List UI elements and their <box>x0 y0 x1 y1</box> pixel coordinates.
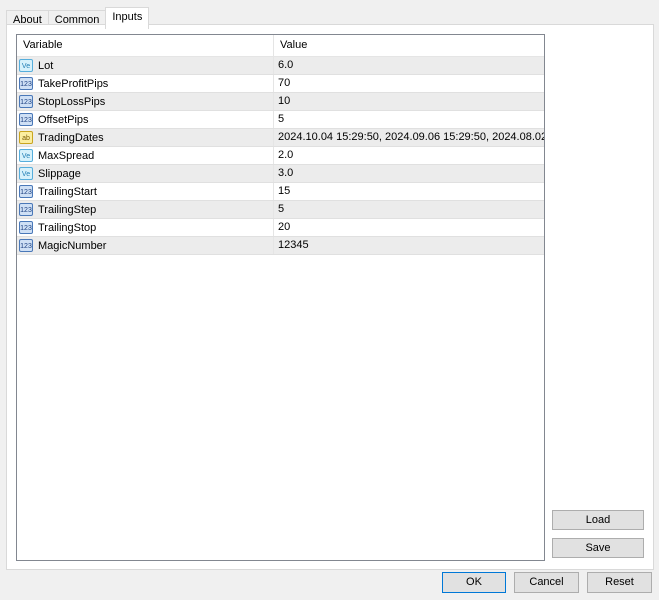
value-cell[interactable]: 20 <box>274 219 544 236</box>
int-type-icon: 123 <box>19 77 33 90</box>
double-type-icon: Ve <box>19 167 33 180</box>
ok-button[interactable]: OK <box>442 572 506 593</box>
table-row[interactable]: 123 StopLossPips 10 <box>17 93 544 111</box>
value-cell[interactable]: 5 <box>274 201 544 218</box>
table-row[interactable]: 123 TrailingStep 5 <box>17 201 544 219</box>
variable-name: MaxSpread <box>38 149 95 162</box>
value-cell[interactable]: 12345 <box>274 237 544 254</box>
value-cell[interactable]: 2.0 <box>274 147 544 164</box>
variable-cell: 123 MagicNumber <box>17 237 274 254</box>
table-row[interactable]: 123 TrailingStart 15 <box>17 183 544 201</box>
value-cell[interactable]: 3.0 <box>274 165 544 182</box>
variable-cell: Ve Slippage <box>17 165 274 182</box>
reset-button[interactable]: Reset <box>587 572 652 593</box>
variable-name: StopLossPips <box>38 95 106 108</box>
value-cell[interactable]: 10 <box>274 93 544 110</box>
variable-cell: Ve Lot <box>17 57 274 74</box>
value-cell[interactable]: 70 <box>274 75 544 92</box>
table-row[interactable]: Ve Lot 6.0 <box>17 57 544 75</box>
int-type-icon: 123 <box>19 239 33 252</box>
variable-name: TradingDates <box>38 131 104 144</box>
table-row[interactable]: ab TradingDates 2024.10.04 15:29:50, 2024.… <box>17 129 544 147</box>
table-row[interactable]: 123 MagicNumber 12345 <box>17 237 544 255</box>
double-type-icon: Ve <box>19 59 33 72</box>
variable-name: TrailingStart <box>38 185 97 198</box>
value-cell[interactable]: 15 <box>274 183 544 200</box>
variable-cell: 123 StopLossPips <box>17 93 274 110</box>
cancel-button[interactable]: Cancel <box>514 572 579 593</box>
variable-cell: 123 TrailingStart <box>17 183 274 200</box>
variable-name: MagicNumber <box>38 239 107 252</box>
int-type-icon: 123 <box>19 95 33 108</box>
variable-cell: ab TradingDates <box>17 129 274 146</box>
variable-cell: Ve MaxSpread <box>17 147 274 164</box>
column-header-variable[interactable]: Variable <box>17 35 274 56</box>
double-type-icon: Ve <box>19 149 33 162</box>
variable-cell: 123 TakeProfitPips <box>17 75 274 92</box>
string-type-icon: ab <box>19 131 33 144</box>
column-header-value[interactable]: Value <box>274 35 544 56</box>
inputs-table[interactable]: Variable Value Ve Lot 6.0 123 TakeProfitPips… <box>16 34 545 561</box>
int-type-icon: 123 <box>19 221 33 234</box>
variable-name: Lot <box>38 59 54 72</box>
int-type-icon: 123 <box>19 185 33 198</box>
int-type-icon: 123 <box>19 203 33 216</box>
table-row[interactable]: 123 TakeProfitPips 70 <box>17 75 544 93</box>
int-type-icon: 123 <box>19 113 33 126</box>
value-cell[interactable]: 2024.10.04 15:29:50, 2024.09.06 15:29:50… <box>274 129 544 146</box>
variable-cell: 123 TrailingStep <box>17 201 274 218</box>
table-row[interactable]: 123 OffsetPips 5 <box>17 111 544 129</box>
load-button[interactable]: Load <box>552 510 644 530</box>
variable-cell: 123 TrailingStop <box>17 219 274 236</box>
table-row[interactable]: Ve MaxSpread 2.0 <box>17 147 544 165</box>
table-row[interactable]: 123 TrailingStop 20 <box>17 219 544 237</box>
variable-name: TakeProfitPips <box>38 77 109 90</box>
tab-inputs[interactable]: Inputs <box>105 7 150 29</box>
variable-name: TrailingStep <box>38 203 97 216</box>
value-cell[interactable]: 5 <box>274 111 544 128</box>
value-cell[interactable]: 6.0 <box>274 57 544 74</box>
variable-cell: 123 OffsetPips <box>17 111 274 128</box>
variable-name: TrailingStop <box>38 221 97 234</box>
variable-name: OffsetPips <box>38 113 89 126</box>
save-button[interactable]: Save <box>552 538 644 558</box>
table-header: Variable Value <box>17 35 544 57</box>
table-row[interactable]: Ve Slippage 3.0 <box>17 165 544 183</box>
variable-name: Slippage <box>38 167 81 180</box>
